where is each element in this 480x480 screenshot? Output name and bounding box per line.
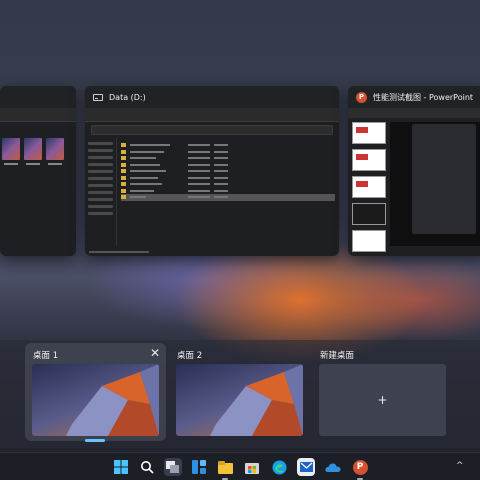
- desktop-label: 桌面 2: [177, 351, 203, 361]
- mail-icon[interactable]: [297, 458, 315, 476]
- window-title: 性能测试截图 - PowerPoint: [373, 92, 474, 102]
- desktop-2[interactable]: 桌面 2: [169, 343, 310, 441]
- window-title-bar: [0, 86, 76, 108]
- widgets-icon[interactable]: [190, 458, 208, 476]
- desktop-label: 桌面 1: [33, 351, 59, 361]
- task-view-icon[interactable]: [164, 458, 182, 476]
- window-title-bar: P 性能测试截图 - PowerPoint: [348, 86, 480, 108]
- add-icon: +: [377, 393, 388, 407]
- close-icon[interactable]: ✕: [150, 346, 160, 360]
- onedrive-icon[interactable]: [324, 458, 342, 476]
- window-content: [0, 108, 76, 256]
- edge-icon[interactable]: [270, 458, 288, 476]
- window-powerpoint[interactable]: P 性能测试截图 - PowerPoint: [348, 86, 480, 256]
- window-explorer-left[interactable]: [0, 86, 76, 256]
- desktop-preview: [176, 364, 303, 436]
- window-title: Data (D:): [109, 92, 146, 102]
- window-explorer-data[interactable]: Data (D:): [85, 86, 339, 256]
- window-content: [85, 108, 339, 256]
- window-content: [348, 108, 480, 256]
- powerpoint-icon: P: [352, 459, 368, 475]
- tray-chevron-icon[interactable]: ^: [456, 461, 464, 471]
- new-desktop-button[interactable]: +: [319, 364, 446, 436]
- new-desktop[interactable]: 新建桌面 +: [312, 343, 453, 441]
- drive-icon: [93, 93, 103, 101]
- window-title-bar: Data (D:): [85, 86, 339, 108]
- desktop-label: 新建桌面: [320, 351, 355, 361]
- start-icon[interactable]: [112, 458, 130, 476]
- active-indicator: [85, 439, 105, 442]
- powerpoint-taskbar-icon[interactable]: P: [351, 458, 369, 480]
- store-icon[interactable]: [243, 458, 261, 476]
- desktop-preview: [32, 364, 159, 436]
- file-explorer-icon[interactable]: [216, 458, 234, 480]
- desktop-1[interactable]: 桌面 1 ✕: [25, 343, 166, 442]
- search-icon[interactable]: [138, 458, 156, 476]
- powerpoint-icon: P: [356, 91, 367, 103]
- taskbar: P ^: [0, 452, 480, 480]
